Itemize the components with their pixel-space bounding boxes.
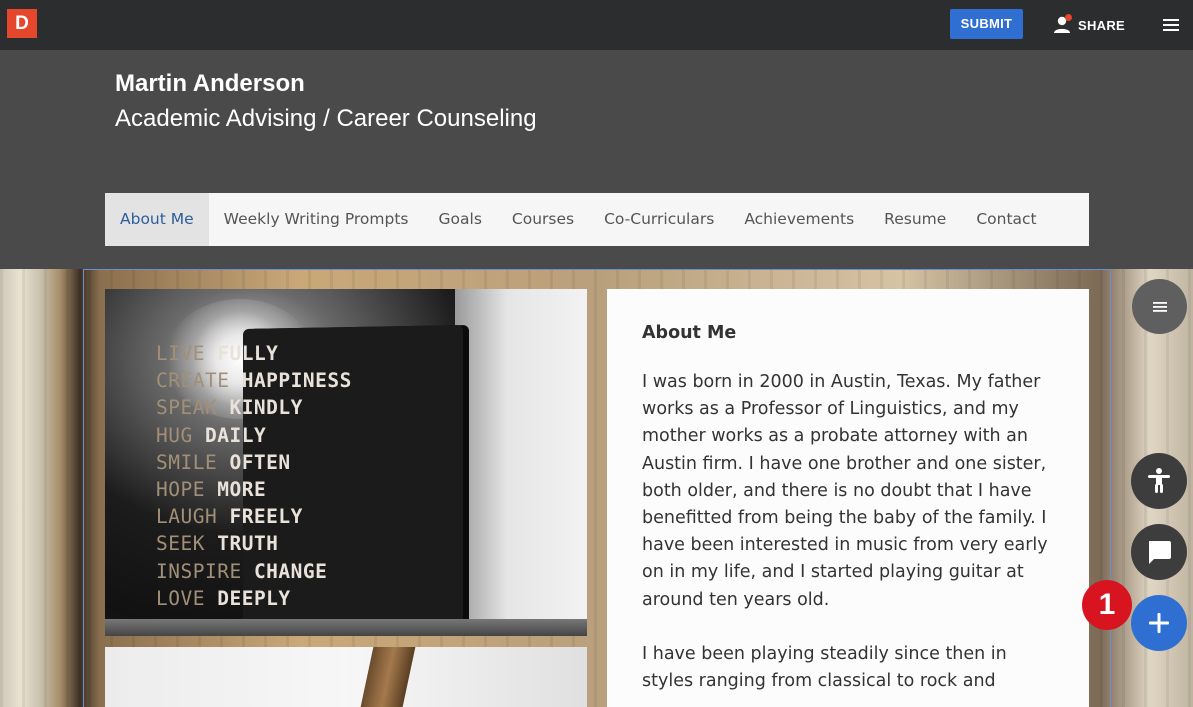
quote-line: SMILE OFTEN [156,450,291,474]
guitar-photo [105,647,587,707]
site-nav: About Me Weekly Writing Prompts Goals Co… [105,193,1089,246]
page-subtitle: Academic Advising / Career Counseling [115,105,537,132]
list-icon [1152,301,1167,312]
quote-line: HOPE MORE [156,478,267,502]
quote-line: LOVE DEEPLY [156,586,291,610]
plus-icon [1149,613,1169,633]
nav-item-goals[interactable]: Goals [424,193,497,246]
submit-button[interactable]: SUBMIT [950,9,1023,39]
hamburger-menu-icon[interactable] [1160,14,1182,36]
share-label: SHARE [1078,17,1126,33]
nav-item-achievements[interactable]: Achievements [729,193,869,246]
app-logo[interactable]: D [7,9,37,38]
section-menu-button[interactable] [1132,279,1187,334]
notification-dot [1065,14,1072,21]
nav-item-co-curriculars[interactable]: Co-Curriculars [589,193,729,246]
photo-wall [455,289,587,636]
quote-line: LIVE FULLY [156,342,279,365]
notification-count-badge[interactable]: 1 [1082,580,1132,630]
quote-line: CREATE HAPPINESS [156,369,352,393]
share-button[interactable]: SHARE [1052,12,1125,38]
nav-item-resume[interactable]: Resume [869,193,961,246]
photo-shelf [105,619,587,636]
chat-button[interactable] [1131,524,1187,580]
about-paragraph: I was born in 2000 in Austin, Texas. My … [642,372,1048,610]
nav-item-courses[interactable]: Courses [497,193,589,246]
person-icon [1052,14,1074,36]
chat-icon [1149,541,1171,564]
accessibility-button[interactable] [1131,453,1187,509]
quote-line: INSPIRE CHANGE [156,559,328,583]
nav-item-weekly-writing-prompts[interactable]: Weekly Writing Prompts [209,193,424,246]
page-title: Martin Anderson [115,70,305,97]
quote-line: LAUGH FREELY [156,505,303,529]
quote-text: LIVE FULLY CREATE HAPPINESS SPEAK KINDLY… [156,340,352,612]
nav-item-contact[interactable]: Contact [961,193,1051,246]
accessibility-icon [1148,468,1170,493]
top-bar: D SUBMIT SHARE [0,0,1193,50]
quote-line: SPEAK KINDLY [156,396,303,420]
about-heading: About Me [642,323,737,343]
about-card: About Me I was born in 2000 in Austin, T… [607,289,1089,707]
quote-line: HUG DAILY [156,423,267,447]
add-button[interactable] [1131,595,1187,651]
guitar-neck [360,647,416,707]
nav-item-about-me[interactable]: About Me [105,193,209,246]
about-paragraph: I have been playing steadily since then … [642,643,1007,692]
quote-line: SEEK TRUTH [156,532,279,556]
content-section: LIVE FULLY CREATE HAPPINESS SPEAK KINDLY… [0,269,1193,707]
